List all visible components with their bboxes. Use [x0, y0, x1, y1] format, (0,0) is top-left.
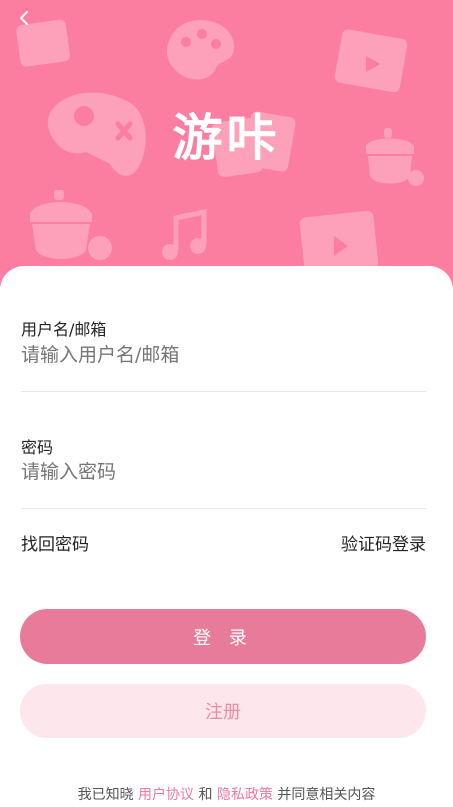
username-label: 用户名/邮箱: [21, 320, 107, 339]
user-agreement-link[interactable]: 用户协议: [138, 787, 194, 803]
username-input[interactable]: [21, 340, 426, 370]
divider: [21, 508, 426, 509]
app-title: 游咔: [172, 109, 281, 167]
terms-suffix: 并同意相关内容: [277, 787, 376, 803]
chevron-left-icon: [20, 11, 28, 25]
video-icon: [334, 29, 408, 93]
terms-text: 我已知晓 用户协议 和 隐私政策 并同意相关内容: [0, 784, 453, 804]
terms-prefix: 我已知晓: [77, 787, 134, 803]
login-button[interactable]: 登 录: [20, 609, 426, 664]
terms-and: 和: [198, 787, 213, 803]
palette-icon: [166, 20, 235, 80]
back-button[interactable]: [14, 8, 34, 28]
acorn-icon: [30, 190, 112, 260]
hero-banner: 游咔: [0, 0, 453, 300]
divider: [21, 391, 426, 392]
forgot-password-link[interactable]: 找回密码: [21, 530, 89, 555]
privacy-policy-link[interactable]: 隐私政策: [217, 787, 273, 803]
password-label: 密码: [21, 438, 54, 457]
password-input[interactable]: [21, 457, 426, 487]
register-button[interactable]: 注册: [20, 684, 426, 738]
music-note-icon: [162, 208, 207, 260]
code-login-link[interactable]: 验证码登录: [341, 530, 426, 555]
